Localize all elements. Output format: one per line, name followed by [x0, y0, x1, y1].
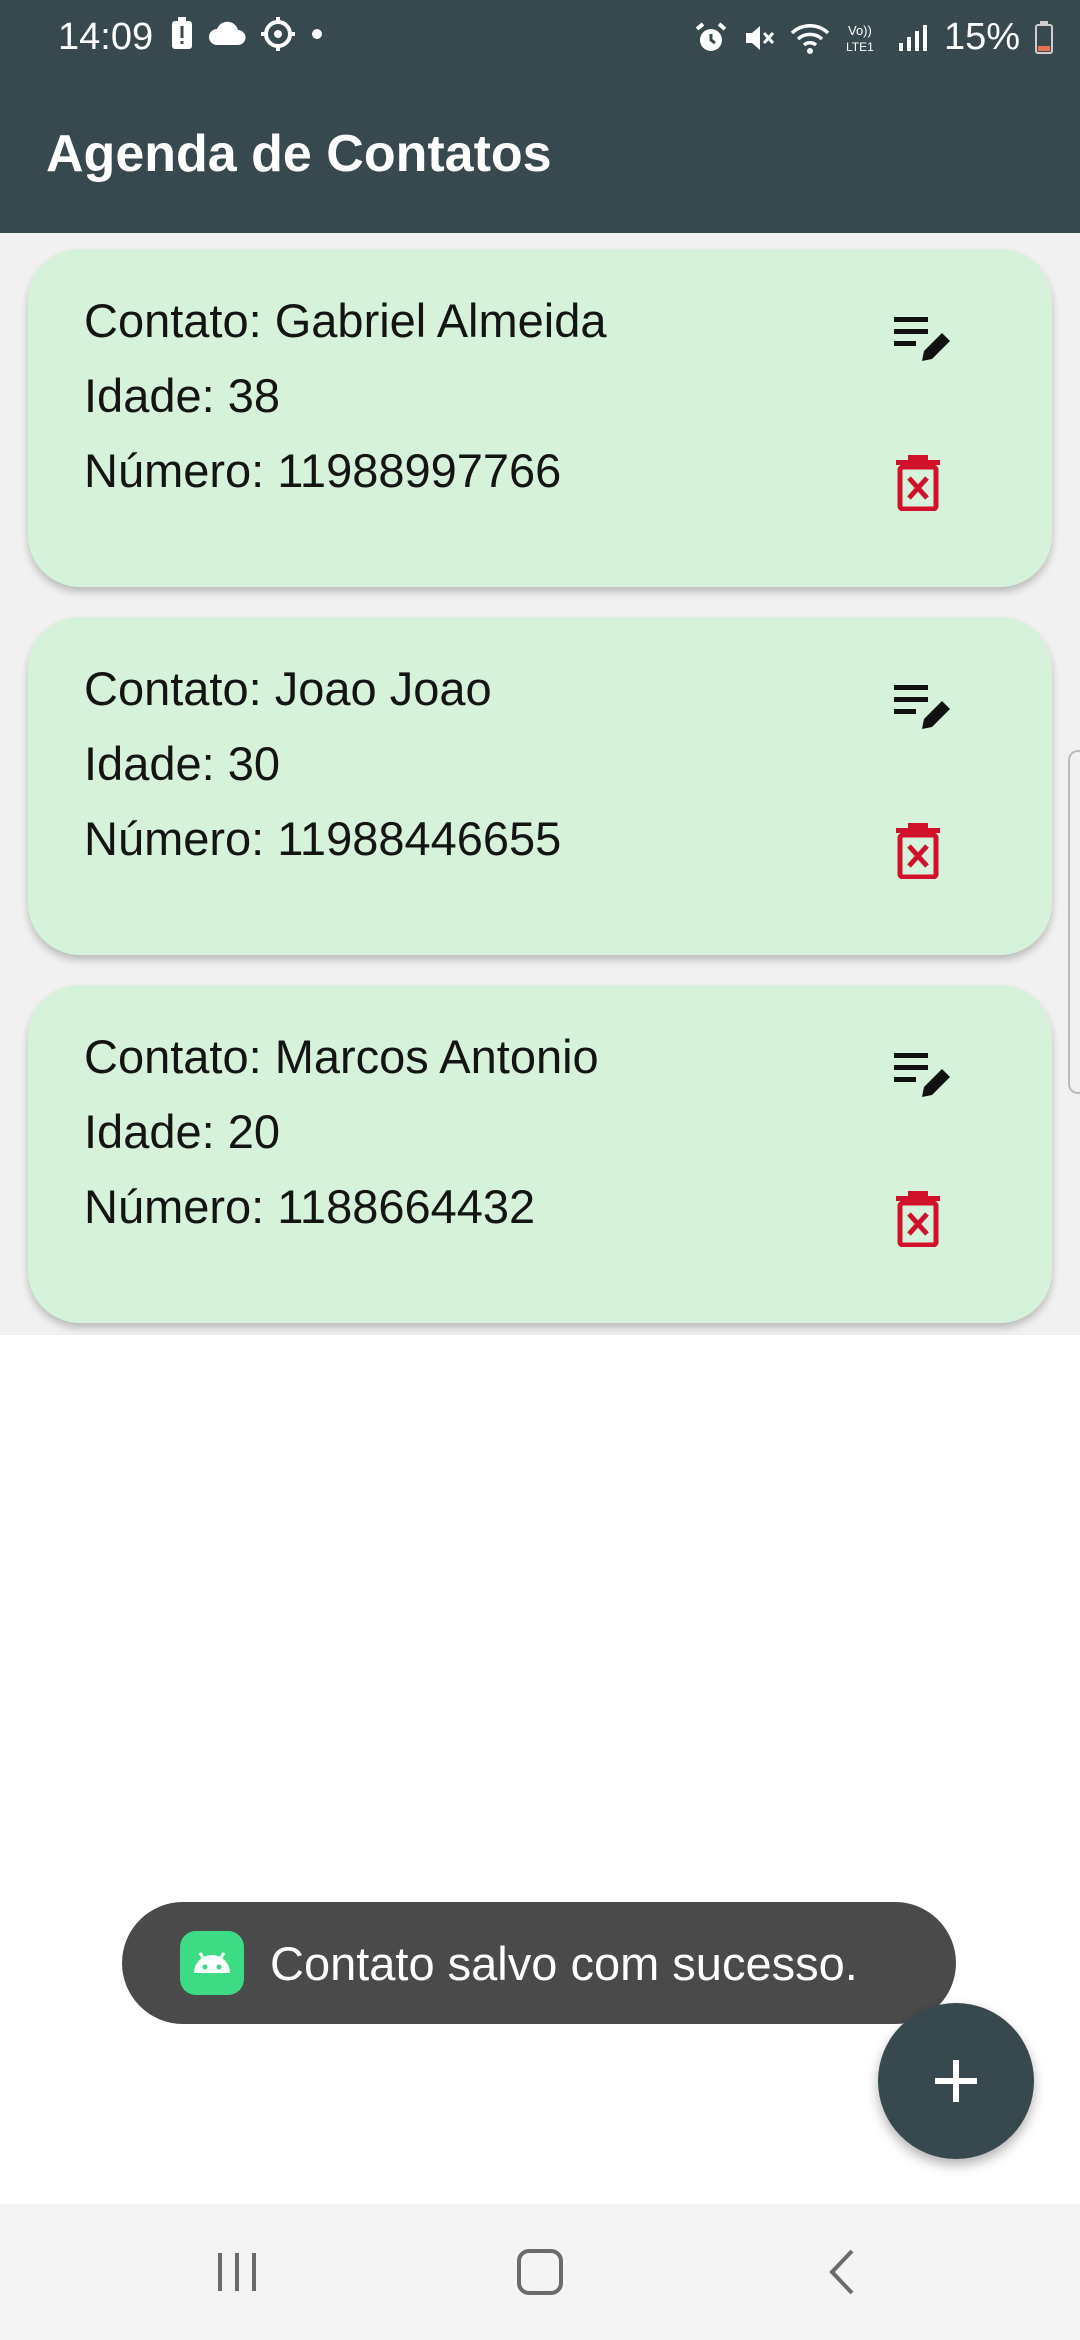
- contact-card[interactable]: Contato: Marcos Antonio Idade: 20 Número…: [28, 985, 1052, 1323]
- trash-icon: [896, 1191, 940, 1248]
- contact-name: Contato: Marcos Antonio: [84, 1030, 599, 1083]
- wifi-icon: [790, 21, 830, 55]
- trash-icon: [896, 455, 940, 512]
- android-app-icon: [180, 1931, 244, 1995]
- battery-icon: [1034, 20, 1054, 55]
- recents-button[interactable]: [197, 2240, 277, 2304]
- contact-age: Idade: 20: [84, 1105, 281, 1158]
- edit-note-icon: [894, 1053, 950, 1097]
- contact-name: Contato: Joao Joao: [84, 662, 492, 715]
- status-right-icons: Vo)) LTE1 15%: [694, 16, 1054, 59]
- status-bar: 14:09 Vo)) LTE1 15%: [0, 0, 1080, 80]
- contact-name: Contato: Gabriel Almeida: [84, 294, 607, 347]
- edit-contact-button[interactable]: [892, 679, 956, 735]
- svg-text:Vo)): Vo)): [848, 23, 872, 38]
- status-time: 14:09: [58, 16, 154, 58]
- plus-icon: [935, 2060, 977, 2102]
- edit-contact-button[interactable]: [892, 1047, 956, 1103]
- contact-age: Idade: 30: [84, 737, 281, 790]
- delete-contact-button[interactable]: [894, 453, 942, 512]
- settings-icon: [260, 16, 296, 52]
- alert-battery-icon: [170, 17, 194, 51]
- system-nav-bar: [0, 2204, 1080, 2340]
- contact-number: Número: 1188664432: [84, 1180, 536, 1233]
- recents-icon: [218, 2253, 256, 2291]
- dot-icon: [310, 27, 324, 41]
- delete-contact-button[interactable]: [894, 821, 942, 880]
- cloud-icon: [208, 21, 246, 47]
- contact-card[interactable]: Contato: Gabriel Almeida Idade: 38 Númer…: [28, 249, 1052, 587]
- contact-card[interactable]: Contato: Joao Joao Idade: 30 Número: 119…: [28, 617, 1052, 955]
- scroll-edge-handle[interactable]: [1068, 750, 1080, 1094]
- alarm-icon: [694, 21, 728, 55]
- toast-text: Contato salvo com sucesso.: [270, 1936, 858, 1990]
- contact-number: Número: 11988997766: [84, 444, 562, 497]
- mute-icon: [742, 21, 776, 55]
- svg-text:LTE1: LTE1: [846, 40, 874, 54]
- back-icon: [829, 2249, 854, 2295]
- home-icon: [517, 2249, 563, 2295]
- status-left-icons: [170, 16, 324, 52]
- contact-number: Número: 11988446655: [84, 812, 562, 865]
- edit-note-icon: [894, 317, 950, 361]
- trash-icon: [896, 823, 940, 880]
- home-button[interactable]: [500, 2240, 580, 2304]
- signal-icon: [898, 23, 930, 53]
- app-bar: Agenda de Contatos: [0, 80, 1080, 233]
- delete-contact-button[interactable]: [894, 1189, 942, 1248]
- add-contact-button[interactable]: [878, 2003, 1034, 2159]
- back-button[interactable]: [802, 2240, 882, 2304]
- battery-percent: 15%: [943, 16, 1020, 58]
- toast-message: Contato salvo com sucesso.: [122, 1902, 956, 2024]
- page-title: Agenda de Contatos: [46, 125, 552, 183]
- edit-contact-button[interactable]: [892, 311, 956, 367]
- volte-icon: Vo)) LTE1: [844, 21, 884, 55]
- contact-age: Idade: 38: [84, 369, 281, 422]
- contact-list[interactable]: Contato: Gabriel Almeida Idade: 38 Númer…: [0, 233, 1080, 1335]
- edit-note-icon: [894, 685, 950, 729]
